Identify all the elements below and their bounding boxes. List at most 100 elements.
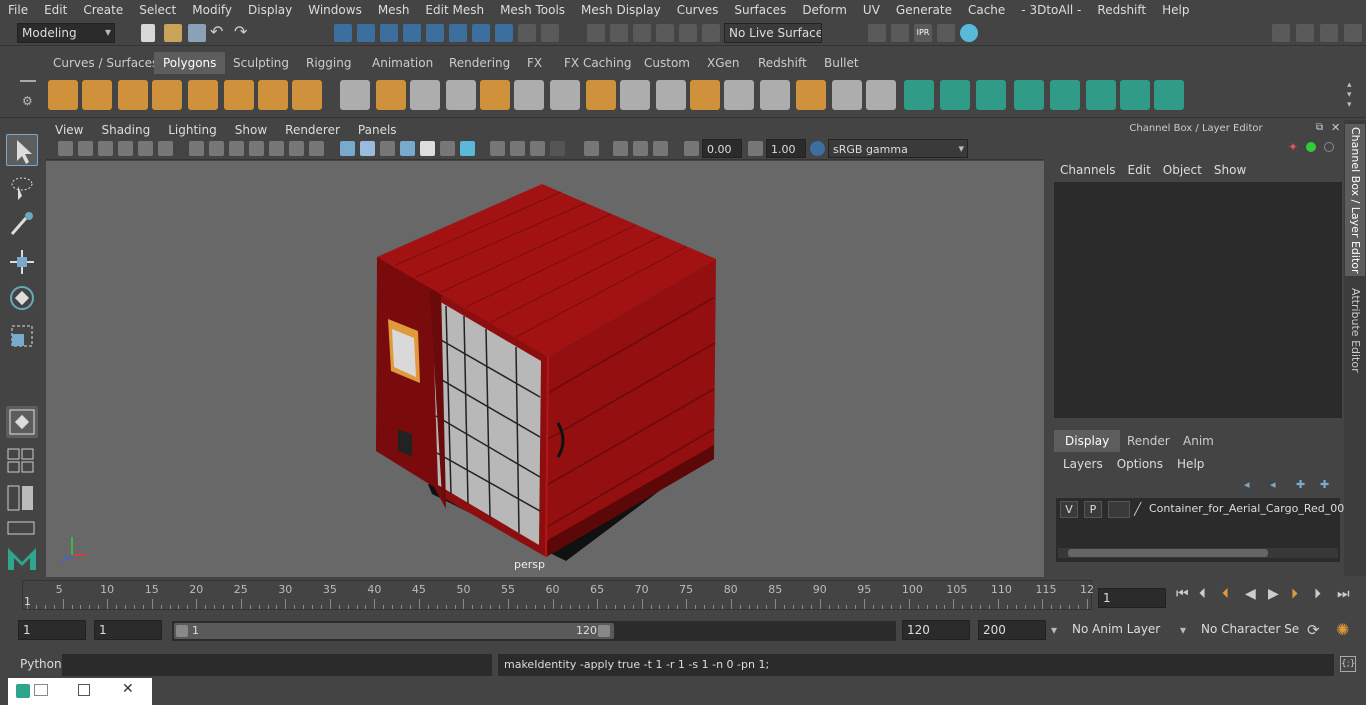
move-layer-down-icon[interactable]: ◂ — [1270, 478, 1276, 491]
layer-visibility-toggle[interactable]: V — [1060, 501, 1078, 518]
close-icon[interactable]: ✕ — [122, 681, 134, 697]
layout-side-by-side-icon[interactable] — [6, 484, 38, 512]
shelf-mirror-icon[interactable] — [514, 80, 544, 110]
auto-key-icon[interactable]: ⟳ — [1307, 621, 1320, 639]
range-start-grip[interactable] — [176, 625, 188, 637]
open-scene-icon[interactable] — [164, 24, 182, 42]
shelf-boolean-icon[interactable] — [480, 80, 510, 110]
motion-blur-icon[interactable] — [490, 141, 505, 156]
shelf-torus-icon[interactable] — [224, 80, 254, 110]
menu-item-create[interactable]: Create — [75, 3, 131, 17]
gate-mask-icon[interactable] — [249, 141, 264, 156]
shelf-uv-editor-icon[interactable] — [1120, 80, 1150, 110]
range-bar-handle[interactable]: 1 120 — [174, 623, 614, 639]
animation-start-field[interactable]: 1 — [18, 620, 86, 640]
current-time-marker[interactable]: 1 — [24, 595, 31, 608]
menu-item-3dtoall[interactable]: - 3DtoAll - — [1013, 3, 1089, 17]
grease-pencil-icon[interactable] — [158, 141, 173, 156]
lock-icon[interactable] — [518, 24, 536, 42]
tool-settings-toggle-icon[interactable] — [1320, 24, 1338, 42]
resolution-gate-icon[interactable] — [229, 141, 244, 156]
shelf-crease-icon[interactable] — [832, 80, 862, 110]
shelf-multi-cut-icon[interactable] — [656, 80, 686, 110]
shelf-cone-icon[interactable] — [152, 80, 182, 110]
shelf-cylindrical-uv-icon[interactable] — [976, 80, 1006, 110]
show-manipulator-icon[interactable] — [6, 406, 38, 438]
depth-of-field-icon[interactable] — [530, 141, 545, 156]
xray-icon[interactable] — [550, 141, 565, 156]
grid-icon[interactable] — [189, 141, 204, 156]
attribute-editor-toggle-icon[interactable] — [1296, 24, 1314, 42]
command-input[interactable] — [62, 654, 492, 676]
layer-display-type-toggle[interactable] — [1108, 501, 1130, 518]
modeling-toolkit-icon[interactable] — [1272, 24, 1290, 42]
select-lasso-icon[interactable] — [541, 24, 559, 42]
menu-item-deform[interactable]: Deform — [794, 3, 855, 17]
select-camera-icon[interactable] — [58, 141, 73, 156]
layer-color-icon[interactable]: ╱ — [1134, 502, 1141, 516]
shelf-pyramid-icon[interactable] — [258, 80, 288, 110]
textured-icon[interactable] — [400, 141, 415, 156]
viewport-menu-shading[interactable]: Shading — [92, 120, 159, 140]
shelf-scroll-icon[interactable]: ▴ ▾ ▾ — [1347, 80, 1352, 110]
move-tool-icon[interactable] — [6, 246, 38, 278]
layer-tab-display[interactable]: Display — [1054, 430, 1121, 452]
chevron-down-icon[interactable]: ▾ — [1180, 623, 1186, 637]
shelf-tab-fx-caching[interactable]: FX Caching — [555, 52, 640, 74]
ipr-render-icon[interactable]: IPR — [914, 24, 932, 42]
layer-menu-options[interactable]: Options — [1110, 454, 1170, 474]
multisample-icon[interactable] — [510, 141, 525, 156]
layer-scrollbar[interactable] — [1058, 548, 1338, 558]
snap-edge-icon[interactable] — [656, 24, 674, 42]
channel-menu-channels[interactable]: Channels — [1054, 160, 1122, 180]
shelf-bevel-icon[interactable] — [586, 80, 616, 110]
play-backwards-icon[interactable]: ◀ — [1245, 586, 1256, 602]
menu-item-edit-mesh[interactable]: Edit Mesh — [417, 3, 492, 17]
magnet-icon[interactable] — [610, 24, 628, 42]
go-to-end-icon[interactable]: ⏭ — [1337, 586, 1350, 602]
xray-active-icon[interactable] — [633, 141, 648, 156]
select-by-object-icon[interactable] — [357, 24, 375, 42]
minimized-window[interactable]: ✕ — [8, 678, 152, 705]
channel-menu-edit[interactable]: Edit — [1122, 160, 1157, 180]
menu-item-file[interactable]: File — [0, 3, 36, 17]
snap-view-plane-icon[interactable] — [472, 24, 490, 42]
viewport-menu-lighting[interactable]: Lighting — [159, 120, 226, 140]
menu-item-generate[interactable]: Generate — [888, 3, 960, 17]
shelf-tab-rendering[interactable]: Rendering — [440, 52, 519, 74]
shelf-pipe-icon[interactable] — [292, 80, 322, 110]
range-bar[interactable]: 1 120 — [172, 621, 896, 641]
isolate-select-icon[interactable] — [584, 141, 599, 156]
shelf-tab-animation[interactable]: Animation — [363, 52, 442, 74]
shelf-separate-icon[interactable] — [376, 80, 406, 110]
safe-action-icon[interactable] — [289, 141, 304, 156]
snap-face-icon[interactable] — [679, 24, 697, 42]
anim-layer-selector[interactable]: No Anim Layer — [1068, 620, 1168, 640]
backface-culling-icon[interactable] — [653, 141, 668, 156]
shelf-tab-rigging[interactable]: Rigging — [297, 52, 360, 74]
xray-joints-icon[interactable] — [613, 141, 628, 156]
bookmark-icon[interactable] — [98, 141, 113, 156]
lasso-tool-icon[interactable] — [6, 172, 38, 204]
shelf-tab-fx[interactable]: FX — [518, 52, 551, 74]
step-back-icon[interactable]: ⏴ — [1199, 586, 1206, 602]
menu-item-edit[interactable]: Edit — [36, 3, 75, 17]
maximize-icon[interactable] — [78, 684, 90, 696]
use-all-lights-icon[interactable] — [420, 141, 435, 156]
snap-point-icon[interactable] — [449, 24, 467, 42]
snap-together-icon[interactable] — [587, 24, 605, 42]
wireframe-on-shaded-icon[interactable] — [380, 141, 395, 156]
snap-align-icon[interactable] — [633, 24, 651, 42]
snap-curve-icon[interactable] — [426, 24, 444, 42]
scale-tool-icon[interactable] — [6, 320, 38, 352]
redo-icon[interactable]: ↷ — [234, 22, 247, 41]
menu-item-modify[interactable]: Modify — [184, 3, 240, 17]
menu-item-redshift[interactable]: Redshift — [1089, 3, 1154, 17]
menu-item-help[interactable]: Help — [1154, 3, 1197, 17]
smooth-shade-icon[interactable] — [360, 141, 375, 156]
layer-tab-anim[interactable]: Anim — [1172, 430, 1225, 452]
menu-item-mesh[interactable]: Mesh — [370, 3, 418, 17]
menu-item-cache[interactable]: Cache — [960, 3, 1013, 17]
animation-preferences-icon[interactable]: ✺ — [1336, 620, 1349, 639]
time-ruler[interactable]: 5 10 15 20 25 30 35 40 45 50 55 60 65 70 75 80 85 90 95 100… — [22, 580, 1094, 610]
